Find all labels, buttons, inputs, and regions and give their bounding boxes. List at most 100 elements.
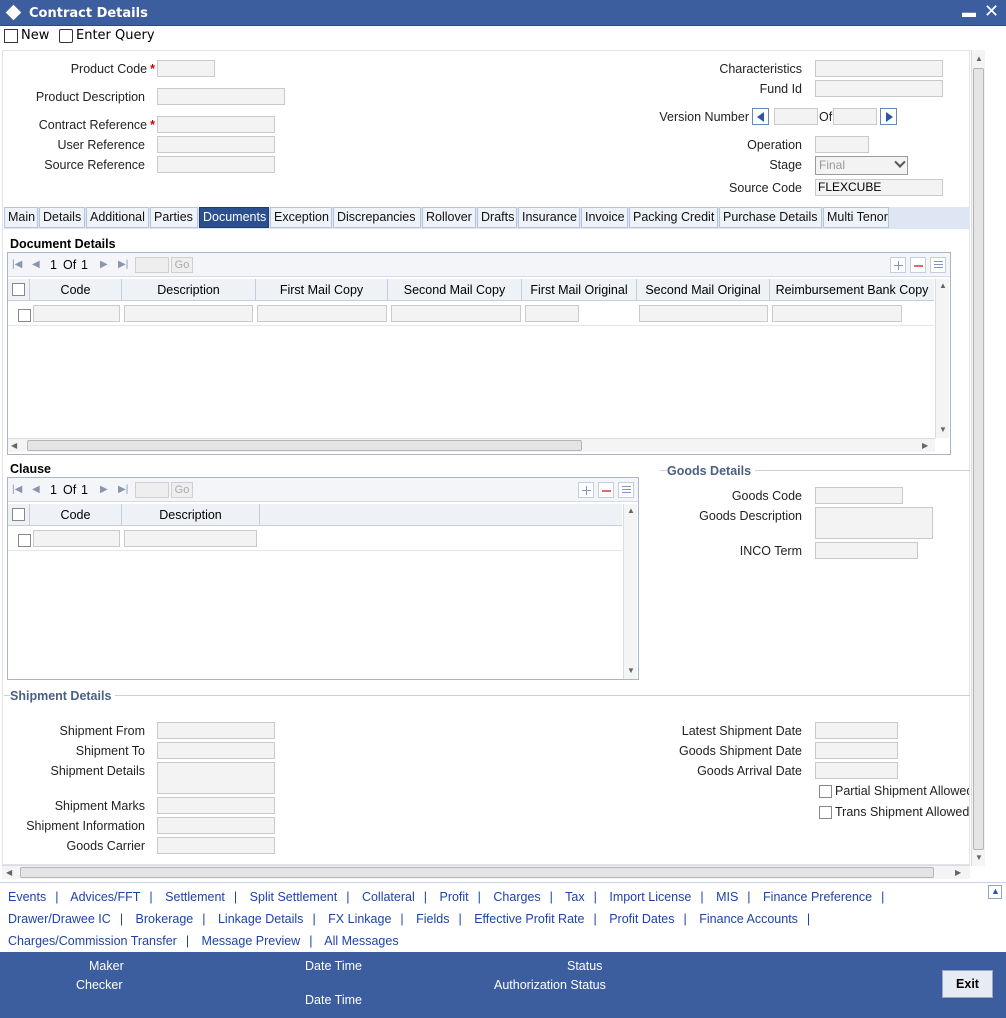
link-message-preview[interactable]: Message Preview	[202, 934, 301, 948]
tab-details[interactable]: Details	[39, 207, 85, 228]
link-drawer-drawee-ic[interactable]: Drawer/Drawee IC	[8, 912, 111, 926]
row-checkbox[interactable]	[18, 534, 31, 547]
go-button[interactable]: Go	[171, 257, 193, 273]
next-page-icon[interactable]: ▶	[100, 484, 108, 495]
scroll-thumb[interactable]	[20, 867, 934, 878]
link-charges-commission-transfer[interactable]: Charges/Commission Transfer	[8, 934, 177, 948]
tab-rollover[interactable]: Rollover	[422, 207, 476, 228]
delete-row-icon[interactable]	[598, 482, 614, 498]
col-description[interactable]: Description	[122, 504, 260, 526]
link-finance-preference[interactable]: Finance Preference	[763, 890, 872, 904]
single-view-icon[interactable]	[930, 257, 946, 273]
page-input[interactable]	[135, 482, 169, 498]
trans-shipment-checkbox[interactable]	[819, 806, 832, 819]
document-grid-vscroll[interactable]: ▲ ▼	[935, 279, 949, 438]
col-second-mail-original[interactable]: Second Mail Original	[637, 279, 770, 301]
tab-packing-credit[interactable]: Packing Credit	[629, 207, 718, 228]
col-first-mail-original[interactable]: First Mail Original	[522, 279, 637, 301]
tab-insurance[interactable]: Insurance	[518, 207, 580, 228]
goods-shipment-date-field[interactable]	[815, 742, 898, 759]
goods-carrier-field[interactable]	[157, 837, 275, 854]
prev-page-icon[interactable]: ◀	[32, 259, 40, 270]
delete-row-icon[interactable]	[910, 257, 926, 273]
page-input[interactable]	[135, 257, 169, 273]
tab-additional[interactable]: Additional	[86, 207, 149, 228]
enter-query-button[interactable]: Enter Query	[59, 28, 155, 43]
row-second-mail-copy-cell[interactable]	[391, 305, 521, 322]
scroll-thumb[interactable]	[27, 440, 582, 451]
tab-main[interactable]: Main	[4, 207, 38, 228]
tab-drafts[interactable]: Drafts	[477, 207, 517, 228]
row-code-cell[interactable]	[33, 530, 120, 547]
product-code-field[interactable]	[157, 60, 215, 77]
characteristics-field[interactable]	[815, 60, 943, 77]
add-row-icon[interactable]	[890, 257, 906, 273]
shipment-information-field[interactable]	[157, 817, 275, 834]
col-second-mail-copy[interactable]: Second Mail Copy	[388, 279, 522, 301]
tab-documents[interactable]: Documents	[199, 207, 269, 228]
link-tax[interactable]: Tax	[565, 890, 584, 904]
link-finance-accounts[interactable]: Finance Accounts	[699, 912, 798, 926]
shipment-from-field[interactable]	[157, 722, 275, 739]
clause-grid-vscroll[interactable]: ▲ ▼	[623, 504, 637, 679]
goods-code-field[interactable]	[815, 487, 903, 504]
row-code-cell[interactable]	[33, 305, 120, 322]
link-fx-linkage[interactable]: FX Linkage	[328, 912, 391, 926]
tab-discrepancies[interactable]: Discrepancies	[333, 207, 421, 228]
main-hscroll[interactable]: ◀ ▶	[2, 865, 970, 879]
link-advices-fft[interactable]: Advices/FFT	[70, 890, 140, 904]
last-page-icon[interactable]: ▶|	[118, 259, 128, 270]
goods-description-field[interactable]	[815, 507, 933, 539]
exit-button[interactable]: Exit	[942, 970, 993, 998]
product-description-field[interactable]	[157, 88, 285, 105]
collapse-links-icon[interactable]: ▲	[988, 885, 1002, 899]
version-next-button[interactable]	[880, 108, 897, 125]
link-profit[interactable]: Profit	[439, 890, 468, 904]
partial-shipment-checkbox[interactable]	[819, 785, 832, 798]
close-icon[interactable]: ✕	[984, 1, 999, 22]
link-split-settlement[interactable]: Split Settlement	[250, 890, 338, 904]
link-all-messages[interactable]: All Messages	[324, 934, 398, 948]
shipment-marks-field[interactable]	[157, 797, 275, 814]
main-vscroll[interactable]: ▲ ▼	[971, 50, 985, 866]
row-second-mail-original-cell[interactable]	[639, 305, 768, 322]
tab-purchase-details[interactable]: Purchase Details	[719, 207, 822, 228]
version-number-field[interactable]	[774, 108, 818, 125]
select-all-checkbox[interactable]	[12, 283, 25, 296]
scroll-thumb[interactable]	[973, 68, 984, 850]
link-linkage-details[interactable]: Linkage Details	[218, 912, 303, 926]
tab-exception[interactable]: Exception	[270, 207, 332, 228]
last-page-icon[interactable]: ▶|	[118, 484, 128, 495]
col-code[interactable]: Code	[30, 504, 122, 526]
operation-field[interactable]	[815, 136, 869, 153]
goods-arrival-date-field[interactable]	[815, 762, 898, 779]
document-grid-hscroll[interactable]: ◀ ▶	[8, 438, 935, 452]
link-events[interactable]: Events	[8, 890, 46, 904]
row-description-cell[interactable]	[124, 530, 257, 547]
stage-select[interactable]: Final	[815, 156, 908, 175]
add-row-icon[interactable]	[578, 482, 594, 498]
tab-parties[interactable]: Parties	[150, 207, 198, 228]
col-code[interactable]: Code	[30, 279, 122, 301]
col-first-mail-copy[interactable]: First Mail Copy	[256, 279, 388, 301]
shipment-to-field[interactable]	[157, 742, 275, 759]
link-effective-profit-rate[interactable]: Effective Profit Rate	[474, 912, 584, 926]
link-collateral[interactable]: Collateral	[362, 890, 415, 904]
link-mis[interactable]: MIS	[716, 890, 738, 904]
single-view-icon[interactable]	[618, 482, 634, 498]
next-page-icon[interactable]: ▶	[100, 259, 108, 270]
contract-reference-field[interactable]	[157, 116, 275, 133]
select-all-checkbox[interactable]	[12, 508, 25, 521]
first-page-icon[interactable]: |◀	[12, 259, 22, 270]
version-prev-button[interactable]	[752, 108, 769, 125]
source-reference-field[interactable]	[157, 156, 275, 173]
tab-multi-tenor[interactable]: Multi Tenor	[823, 207, 889, 228]
first-page-icon[interactable]: |◀	[12, 484, 22, 495]
shipment-details-field[interactable]	[157, 762, 275, 794]
row-description-cell[interactable]	[124, 305, 253, 322]
col-reimbursement-bank-copy[interactable]: Reimbursement Bank Copy	[770, 279, 934, 301]
user-reference-field[interactable]	[157, 136, 275, 153]
col-description[interactable]: Description	[122, 279, 256, 301]
new-button[interactable]: New	[4, 28, 49, 43]
link-profit-dates[interactable]: Profit Dates	[609, 912, 674, 926]
